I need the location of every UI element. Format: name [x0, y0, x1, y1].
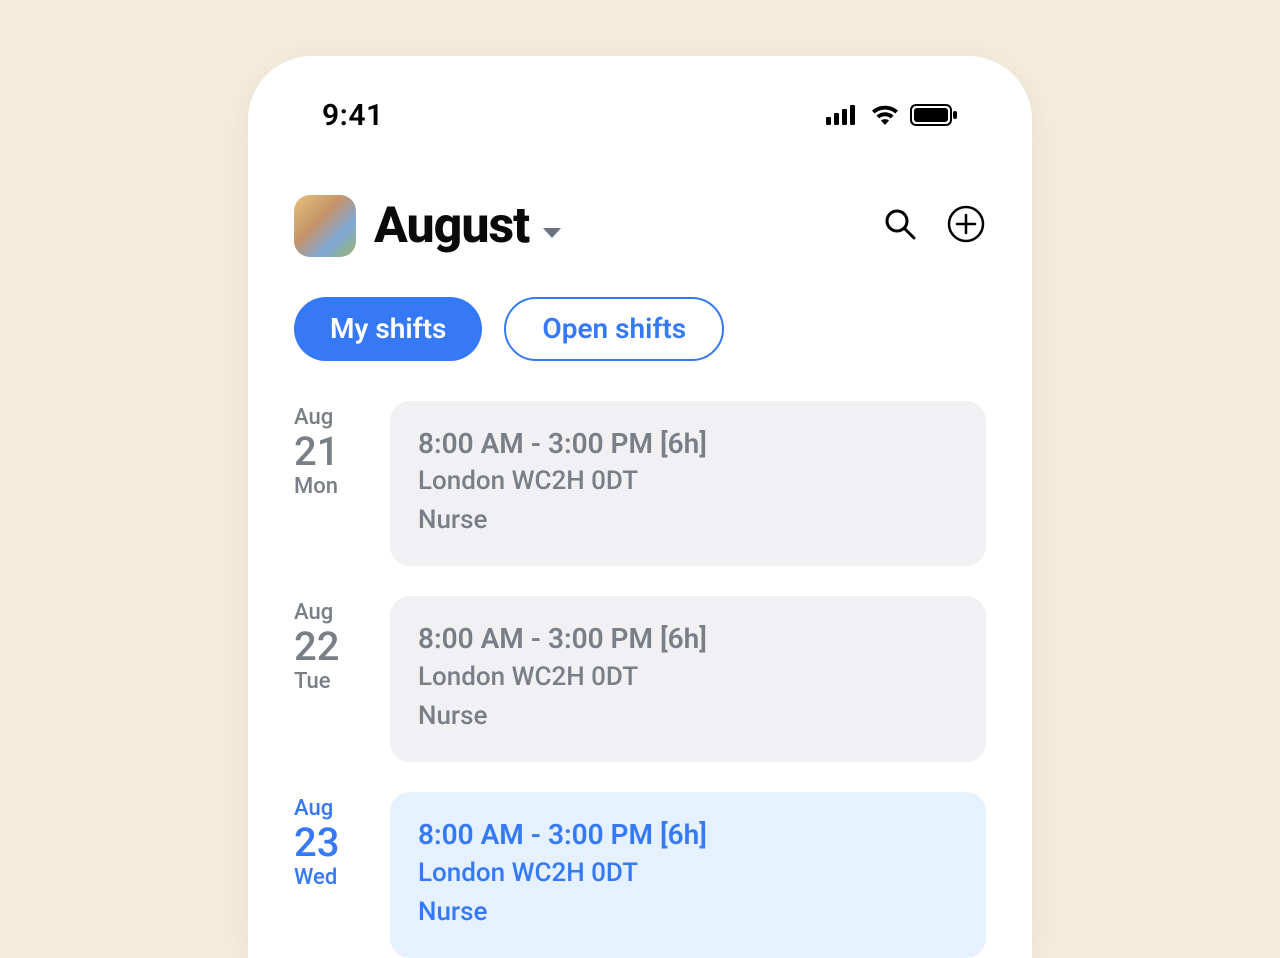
- date-column: Aug 23 Wed: [294, 792, 366, 958]
- tab-label: My shifts: [330, 312, 446, 345]
- header-actions: [880, 206, 986, 246]
- phone-frame: 9:41: [248, 56, 1032, 958]
- shift-row: Aug 22 Tue 8:00 AM - 3:00 PM [6h] London…: [294, 596, 986, 762]
- status-bar: 9:41: [294, 96, 986, 135]
- shift-location: London WC2H 0DT: [418, 658, 958, 697]
- shift-list: Aug 21 Mon 8:00 AM - 3:00 PM [6h] London…: [294, 401, 986, 958]
- date-column: Aug 21 Mon: [294, 401, 366, 567]
- date-dow: Tue: [294, 669, 366, 694]
- date-day: 21: [294, 430, 366, 474]
- battery-icon: [910, 104, 958, 126]
- wifi-icon: [870, 104, 900, 126]
- shift-role: Nurse: [418, 501, 958, 540]
- date-month: Aug: [294, 796, 366, 821]
- chevron-down-icon: [543, 228, 561, 238]
- date-day: 23: [294, 821, 366, 865]
- date-month: Aug: [294, 405, 366, 430]
- add-button[interactable]: [946, 206, 986, 246]
- shift-time: 8:00 AM - 3:00 PM [6h]: [418, 620, 958, 658]
- date-dow: Wed: [294, 865, 366, 890]
- shift-role: Nurse: [418, 697, 958, 736]
- date-dow: Mon: [294, 474, 366, 499]
- avatar[interactable]: [294, 195, 356, 257]
- cellular-icon: [826, 105, 860, 125]
- month-selector[interactable]: August: [374, 197, 561, 255]
- shift-card[interactable]: 8:00 AM - 3:00 PM [6h] London WC2H 0DT N…: [390, 596, 986, 762]
- plus-circle-icon: [946, 204, 986, 248]
- app-header: August: [294, 195, 986, 257]
- shift-row: Aug 23 Wed 8:00 AM - 3:00 PM [6h] London…: [294, 792, 986, 958]
- status-time: 9:41: [322, 98, 384, 133]
- status-icons: [826, 104, 958, 126]
- date-day: 22: [294, 625, 366, 669]
- shift-time: 8:00 AM - 3:00 PM [6h]: [418, 816, 958, 854]
- tab-my-shifts[interactable]: My shifts: [294, 297, 482, 361]
- tab-label: Open shifts: [542, 312, 686, 345]
- shift-time: 8:00 AM - 3:00 PM [6h]: [418, 425, 958, 463]
- shift-card[interactable]: 8:00 AM - 3:00 PM [6h] London WC2H 0DT N…: [390, 792, 986, 958]
- shift-card[interactable]: 8:00 AM - 3:00 PM [6h] London WC2H 0DT N…: [390, 401, 986, 567]
- shift-tabs: My shifts Open shifts: [294, 297, 986, 361]
- month-label: August: [374, 197, 529, 255]
- tab-open-shifts[interactable]: Open shifts: [504, 297, 724, 361]
- search-icon: [882, 206, 918, 246]
- search-button[interactable]: [880, 206, 920, 246]
- shift-location: London WC2H 0DT: [418, 462, 958, 501]
- shift-location: London WC2H 0DT: [418, 854, 958, 893]
- shift-row: Aug 21 Mon 8:00 AM - 3:00 PM [6h] London…: [294, 401, 986, 567]
- shift-role: Nurse: [418, 893, 958, 932]
- date-column: Aug 22 Tue: [294, 596, 366, 762]
- date-month: Aug: [294, 600, 366, 625]
